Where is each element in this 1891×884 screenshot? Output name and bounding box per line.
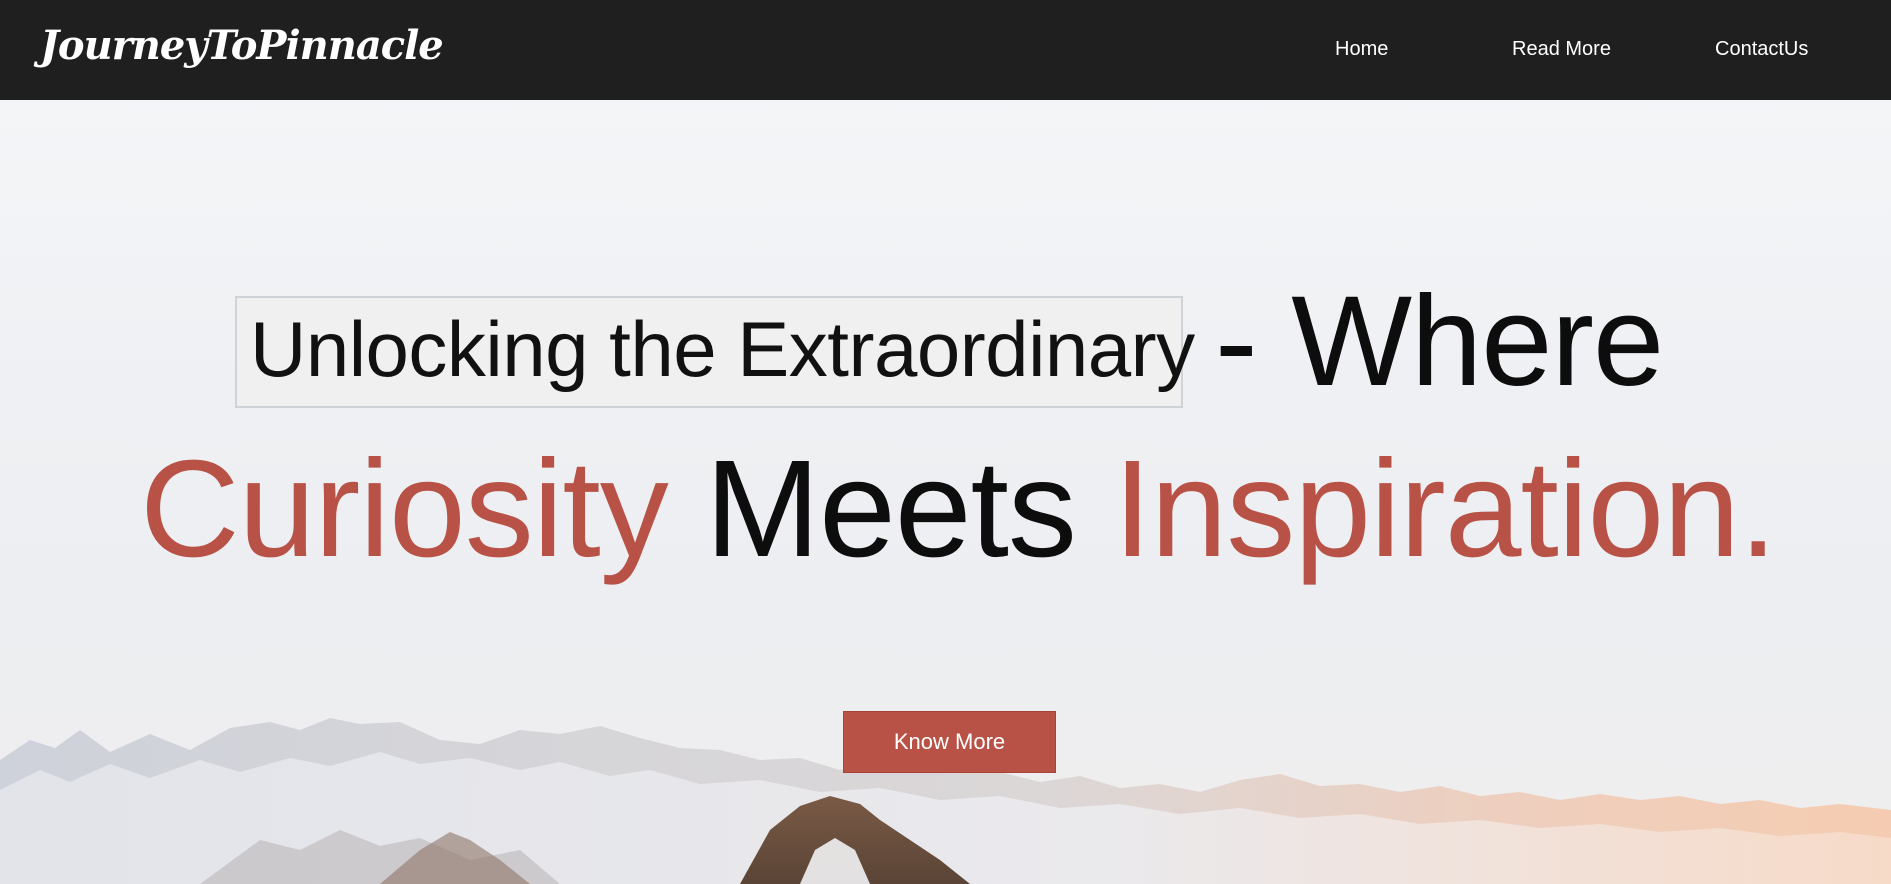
- page: JourneyToPinnacle Home Read More Contact…: [0, 0, 1891, 884]
- hero-word-meets: Meets: [705, 432, 1077, 586]
- nav-link-read-more[interactable]: Read More: [1512, 38, 1611, 61]
- hero-word-inspiration: Inspiration.: [1113, 432, 1777, 586]
- nav-link-contact-us[interactable]: ContactUs: [1715, 38, 1808, 61]
- know-more-button[interactable]: Know More: [843, 711, 1056, 773]
- hero-line2: Curiosity Meets Inspiration.: [140, 430, 1777, 589]
- brand-logo[interactable]: JourneyToPinnacle: [40, 22, 444, 69]
- hero-line1-rest: - Where: [1215, 270, 1664, 413]
- navbar: JourneyToPinnacle Home Read More Contact…: [0, 0, 1891, 100]
- hero-highlight-text: Unlocking the Extraordinary: [250, 305, 1195, 393]
- hero-word-curiosity: Curiosity: [140, 432, 669, 586]
- nav-link-home[interactable]: Home: [1335, 38, 1388, 61]
